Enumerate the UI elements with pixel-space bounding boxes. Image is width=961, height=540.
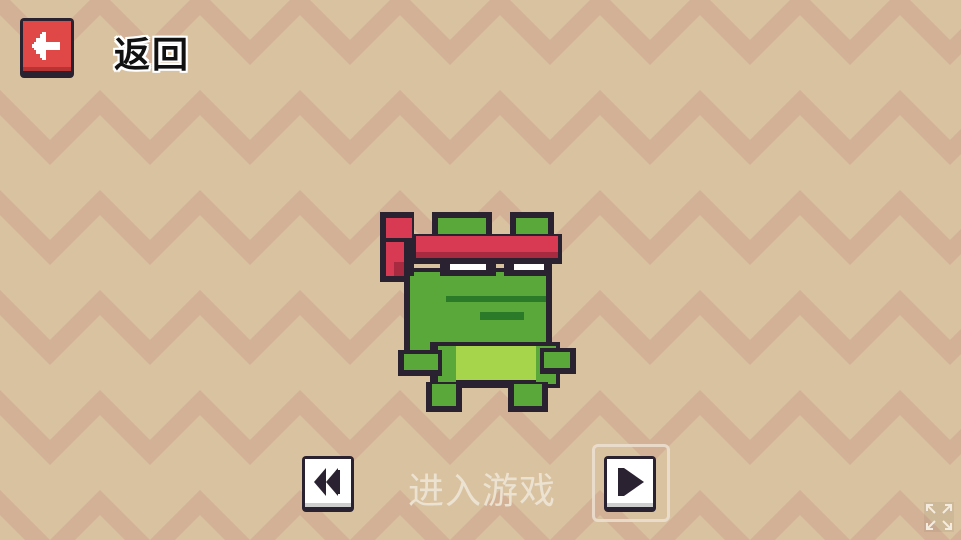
ninja-frog-sprite bbox=[380, 212, 576, 412]
start-game-label[interactable]: 进入游戏 bbox=[408, 462, 556, 514]
previous-character-button[interactable] bbox=[302, 456, 354, 512]
back-button[interactable] bbox=[20, 18, 74, 78]
fullscreen-button[interactable] bbox=[924, 502, 954, 532]
back-label[interactable]: 返回 bbox=[114, 26, 190, 78]
next-character-button[interactable] bbox=[604, 456, 656, 512]
